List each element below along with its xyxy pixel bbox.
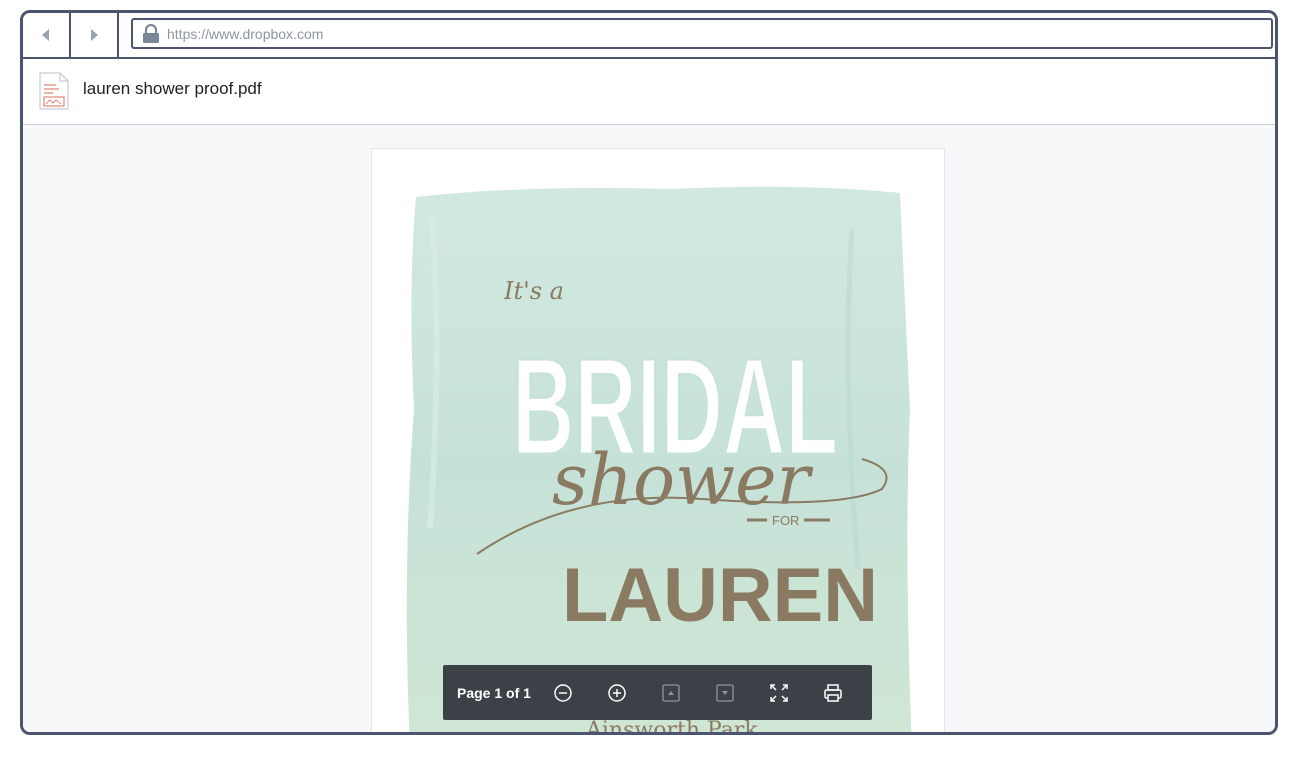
doc-line-its-a: It's a — [503, 277, 564, 305]
back-button[interactable] — [23, 13, 71, 57]
page-indicator: Page 1 of 1 — [457, 684, 531, 701]
chevron-right-icon — [91, 29, 98, 41]
file-header: lauren shower proof.pdf — [23, 59, 1275, 125]
page-down-icon — [716, 683, 734, 702]
pdf-page: It's a BRIDAL shower FOR LAUREN Ainswort… — [371, 148, 945, 735]
zoom-in-icon — [608, 683, 626, 702]
print-icon — [824, 683, 842, 702]
fullscreen-icon — [770, 683, 788, 702]
browser-toolbar: https://www.dropbox.com — [23, 13, 1275, 59]
pdf-file-icon — [39, 72, 69, 110]
file-name: lauren shower proof.pdf — [83, 79, 262, 98]
document-viewer[interactable]: It's a BRIDAL shower FOR LAUREN Ainswort… — [23, 125, 1275, 732]
fullscreen-button[interactable] — [765, 679, 793, 707]
doc-line-venue: Ainsworth Park — [585, 718, 758, 735]
doc-line-shower: shower — [552, 439, 813, 521]
forward-button[interactable] — [71, 13, 119, 57]
zoom-in-button[interactable] — [603, 679, 631, 707]
chevron-left-icon — [42, 29, 49, 41]
address-bar[interactable]: https://www.dropbox.com — [131, 18, 1273, 49]
lock-icon — [143, 23, 159, 43]
zoom-out-button[interactable] — [549, 679, 577, 707]
doc-line-for: FOR — [772, 513, 799, 528]
pdf-toolbar: Page 1 of 1 — [443, 665, 872, 720]
invitation-artwork: It's a BRIDAL shower FOR LAUREN Ainswort… — [406, 186, 912, 735]
browser-window: https://www.dropbox.com lauren shower pr… — [20, 10, 1278, 735]
zoom-out-icon — [554, 683, 572, 702]
previous-page-button[interactable] — [657, 679, 685, 707]
print-button[interactable] — [819, 679, 847, 707]
page-up-icon — [662, 683, 680, 702]
next-page-button[interactable] — [711, 679, 739, 707]
url-text: https://www.dropbox.com — [167, 25, 324, 42]
doc-line-lauren: LAUREN — [562, 553, 878, 638]
